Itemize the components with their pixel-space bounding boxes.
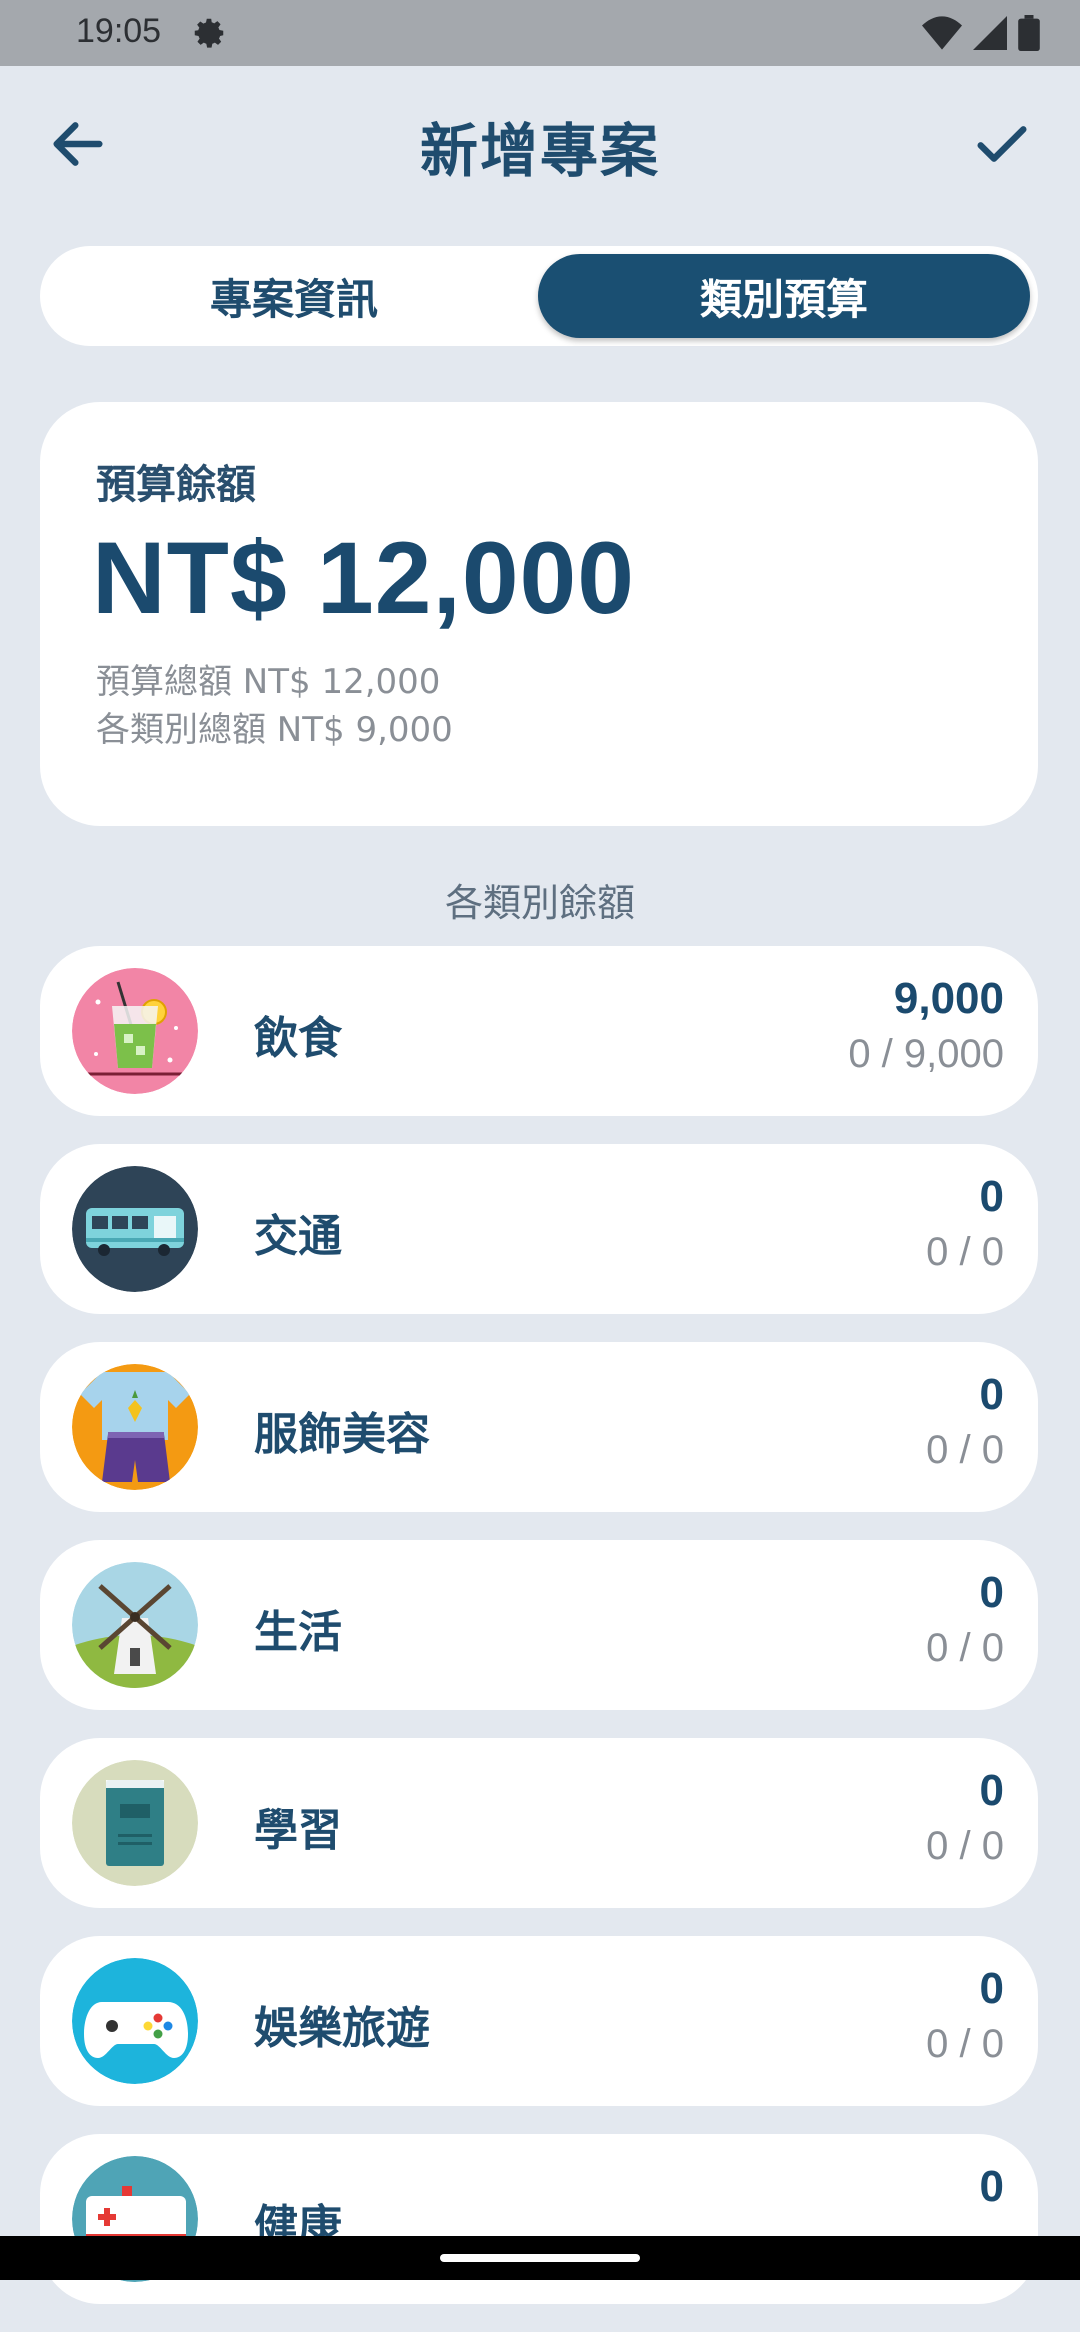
category-ratio: 0 / 0 — [926, 1824, 1004, 1868]
battery-icon — [1018, 15, 1040, 51]
gamepad-icon — [72, 1958, 198, 2084]
category-ratio: 0 / 9,000 — [848, 1032, 1004, 1076]
tab-project-info[interactable]: 專案資訊 — [48, 254, 540, 338]
category-amount: 0 — [979, 1370, 1004, 1419]
home-gesture-handle[interactable] — [440, 2254, 640, 2262]
category-name: 生活 — [254, 1607, 342, 1658]
category-name: 交通 — [254, 1211, 342, 1262]
tab-category-budget[interactable]: 類別預算 — [538, 254, 1030, 338]
category-name: 學習 — [254, 1805, 342, 1856]
status-bar: 19:05 — [0, 0, 1080, 66]
category-item-entertainment[interactable]: 娛樂旅遊 0 0 / 0 — [40, 1936, 1038, 2106]
category-amount: 0 — [979, 1568, 1004, 1617]
category-amount: 9,000 — [893, 974, 1004, 1023]
drink-icon — [72, 968, 198, 1094]
category-amount: 0 — [979, 1172, 1004, 1221]
category-amount: 0 — [979, 2162, 1004, 2211]
cellular-signal-icon — [973, 16, 1007, 50]
category-name: 服飾美容 — [254, 1409, 430, 1460]
system-nav-bar — [0, 2236, 1080, 2280]
category-amount: 0 — [979, 1964, 1004, 2013]
category-item-learning[interactable]: 學習 0 0 / 0 — [40, 1738, 1038, 1908]
category-ratio: 0 / 0 — [926, 1626, 1004, 1670]
status-time: 19:05 — [76, 12, 162, 50]
category-list: 飲食 9,000 0 / 9,000 交通 0 0 / 0 服飾美容 0 0 /… — [40, 946, 1038, 2332]
section-label: 各類別餘額 — [444, 881, 635, 925]
category-item-food[interactable]: 飲食 9,000 0 / 9,000 — [40, 946, 1038, 1116]
wifi-icon — [922, 16, 962, 50]
total-budget-text: 預算總額 NT$ 12,000 — [96, 662, 441, 702]
windmill-icon — [72, 1562, 198, 1688]
category-amount: 0 — [979, 1766, 1004, 1815]
category-total-text: 各類別總額 NT$ 9,000 — [96, 710, 453, 750]
category-ratio: 0 / 0 — [926, 2022, 1004, 2066]
category-item-living[interactable]: 生活 0 0 / 0 — [40, 1540, 1038, 1710]
category-item-clothing[interactable]: 服飾美容 0 0 / 0 — [40, 1342, 1038, 1512]
budget-balance-label: 預算餘額 — [96, 462, 256, 508]
category-ratio: 0 / 0 — [926, 1230, 1004, 1274]
book-icon — [72, 1760, 198, 1886]
status-icons — [922, 14, 1040, 52]
budget-balance-card: 預算餘額 NT$ 12,000 預算總額 NT$ 12,000 各類別總額 NT… — [40, 402, 1038, 826]
category-name: 娛樂旅遊 — [254, 2003, 430, 2054]
bus-icon — [72, 1166, 198, 1292]
settings-gear-icon — [194, 18, 224, 48]
app-header: 新增專案 — [0, 66, 1080, 216]
page-title: 新增專案 — [419, 117, 660, 185]
segmented-tabs: 專案資訊 類別預算 — [40, 246, 1038, 346]
category-ratio: 0 / 0 — [926, 1428, 1004, 1472]
budget-balance-amount: NT$ 12,000 — [92, 521, 636, 635]
category-item-transport[interactable]: 交通 0 0 / 0 — [40, 1144, 1038, 1314]
confirm-check-icon[interactable] — [970, 112, 1034, 176]
clothing-icon — [72, 1364, 198, 1490]
category-name: 飲食 — [254, 1013, 342, 1064]
